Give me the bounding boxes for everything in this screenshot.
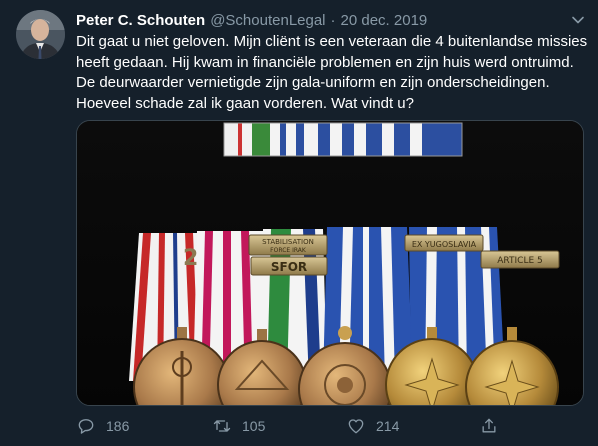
numeral-2: 2 [183, 246, 198, 271]
reply-icon [78, 419, 94, 434]
like-button[interactable]: 214 [346, 414, 399, 438]
clasp-article5-text: ARTICLE 5 [497, 256, 542, 266]
clasp-sfor-text: SFOR [271, 260, 307, 274]
clasp-yugoslavia: EX YUGOSLAVIA [404, 234, 484, 252]
like-icon [348, 419, 364, 434]
tweet-text: Dit gaat u niet geloven. Mijn cliënt is … [76, 33, 588, 112]
clasp-stabilisation-text-1: STABILISATION [262, 238, 314, 246]
tweet-actions: 186 105 214 [76, 414, 584, 438]
retweet-count: 105 [242, 418, 266, 434]
author-handle[interactable]: @SchoutenLegal [210, 12, 325, 29]
tweet[interactable]: Peter C. Schouten @SchoutenLegal · 20 de… [0, 0, 598, 446]
like-count: 214 [376, 418, 400, 434]
clasp-sfor: SFOR [250, 256, 328, 276]
medals-photo: 2 STABILISATION FORCE IRAK SFOR EX YUGOS… [77, 121, 583, 405]
clasp-numeral: 2 [183, 246, 198, 271]
clasp-article5: ARTICLE 5 [480, 250, 560, 269]
clasp-stabilisation: STABILISATION FORCE IRAK [248, 234, 328, 256]
author-name[interactable]: Peter C. Schouten [76, 12, 205, 29]
clasp-stabilisation-text-2: FORCE IRAK [270, 247, 307, 254]
retweet-button[interactable]: 105 [212, 414, 265, 438]
ribbon-bar [223, 122, 463, 157]
share-button[interactable] [479, 414, 509, 438]
clasp-yugoslavia-text: EX YUGOSLAVIA [412, 240, 477, 249]
tweet-date[interactable]: 20 dec. 2019 [341, 12, 428, 29]
retweet-icon [213, 420, 231, 432]
separator: · [330, 11, 336, 29]
reply-count: 186 [106, 418, 130, 434]
chevron-down-icon[interactable] [568, 10, 588, 30]
avatar[interactable] [16, 10, 65, 59]
tweet-header: Peter C. Schouten @SchoutenLegal · 20 de… [76, 10, 427, 30]
reply-button[interactable]: 186 [76, 414, 129, 438]
share-icon [482, 418, 496, 433]
tweet-media-image[interactable]: 2 STABILISATION FORCE IRAK SFOR EX YUGOS… [76, 120, 584, 406]
